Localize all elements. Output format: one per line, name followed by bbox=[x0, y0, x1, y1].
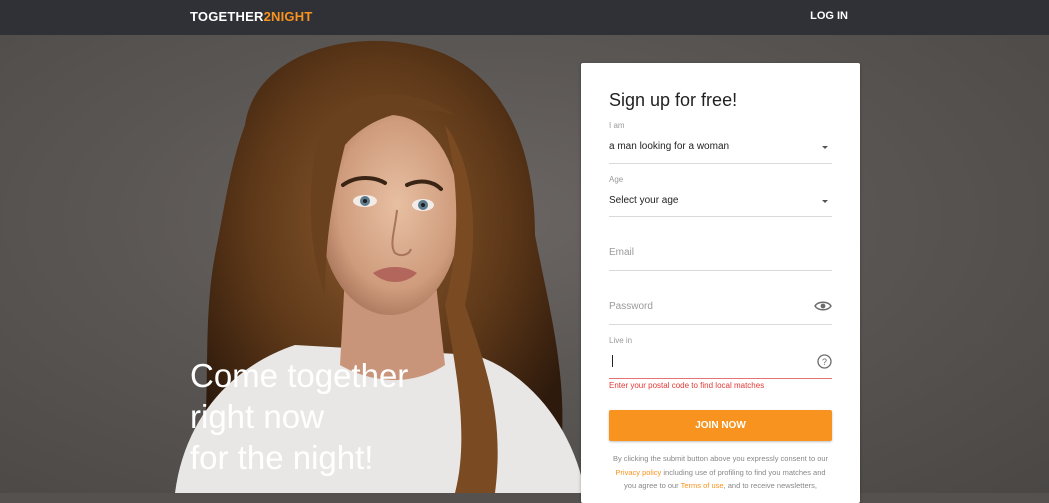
caret-down-icon bbox=[822, 146, 828, 149]
logo-text-main: TOGETHER bbox=[190, 9, 264, 24]
logo-text-accent: 2NIGHT bbox=[263, 9, 313, 24]
signup-card: Sign up for free! I am a man looking for… bbox=[581, 63, 860, 503]
join-now-button[interactable]: JOIN NOW bbox=[609, 410, 832, 441]
tagline-line-2: right now bbox=[190, 398, 324, 435]
age-label: Age bbox=[609, 175, 624, 184]
livein-field[interactable]: Live in ? bbox=[609, 334, 832, 379]
site-logo[interactable]: TOGETHER2NIGHT bbox=[190, 9, 312, 24]
consent-text: By clicking the submit button above you … bbox=[609, 452, 832, 493]
tagline-line-1: Come together bbox=[190, 357, 409, 394]
iam-value: a man looking for a woman bbox=[609, 141, 730, 152]
hero-tagline: Come together right now for the night! bbox=[190, 355, 408, 478]
top-navbar: TOGETHER2NIGHT LOG IN bbox=[0, 0, 1049, 35]
tagline-line-3: for the night! bbox=[190, 439, 374, 476]
age-select[interactable]: Age Select your age bbox=[609, 173, 832, 217]
email-field[interactable]: Email bbox=[609, 227, 832, 271]
iam-label: I am bbox=[609, 121, 625, 130]
iam-select[interactable]: I am a man looking for a woman bbox=[609, 119, 832, 164]
password-field[interactable]: Password bbox=[609, 281, 832, 325]
text-cursor bbox=[612, 355, 613, 367]
eye-icon[interactable] bbox=[814, 300, 832, 312]
caret-down-icon bbox=[822, 200, 828, 203]
signup-title: Sign up for free! bbox=[609, 90, 738, 110]
privacy-policy-link[interactable]: Privacy policy bbox=[615, 468, 661, 477]
login-link[interactable]: LOG IN bbox=[810, 10, 848, 22]
password-placeholder: Password bbox=[609, 301, 653, 312]
svg-text:?: ? bbox=[822, 357, 827, 367]
livein-label: Live in bbox=[609, 336, 633, 345]
hero-section: Come together right now for the night! bbox=[0, 35, 1049, 493]
terms-of-use-link[interactable]: Terms of use bbox=[681, 481, 724, 490]
age-value: Select your age bbox=[609, 195, 679, 206]
help-icon[interactable]: ? bbox=[817, 354, 832, 369]
consent-text-part3: , and to receive newsletters, bbox=[723, 481, 817, 490]
consent-text-part1: By clicking the submit button above you … bbox=[612, 454, 829, 463]
email-placeholder: Email bbox=[609, 247, 635, 258]
livein-error-message: Enter your postal code to find local mat… bbox=[609, 381, 765, 390]
